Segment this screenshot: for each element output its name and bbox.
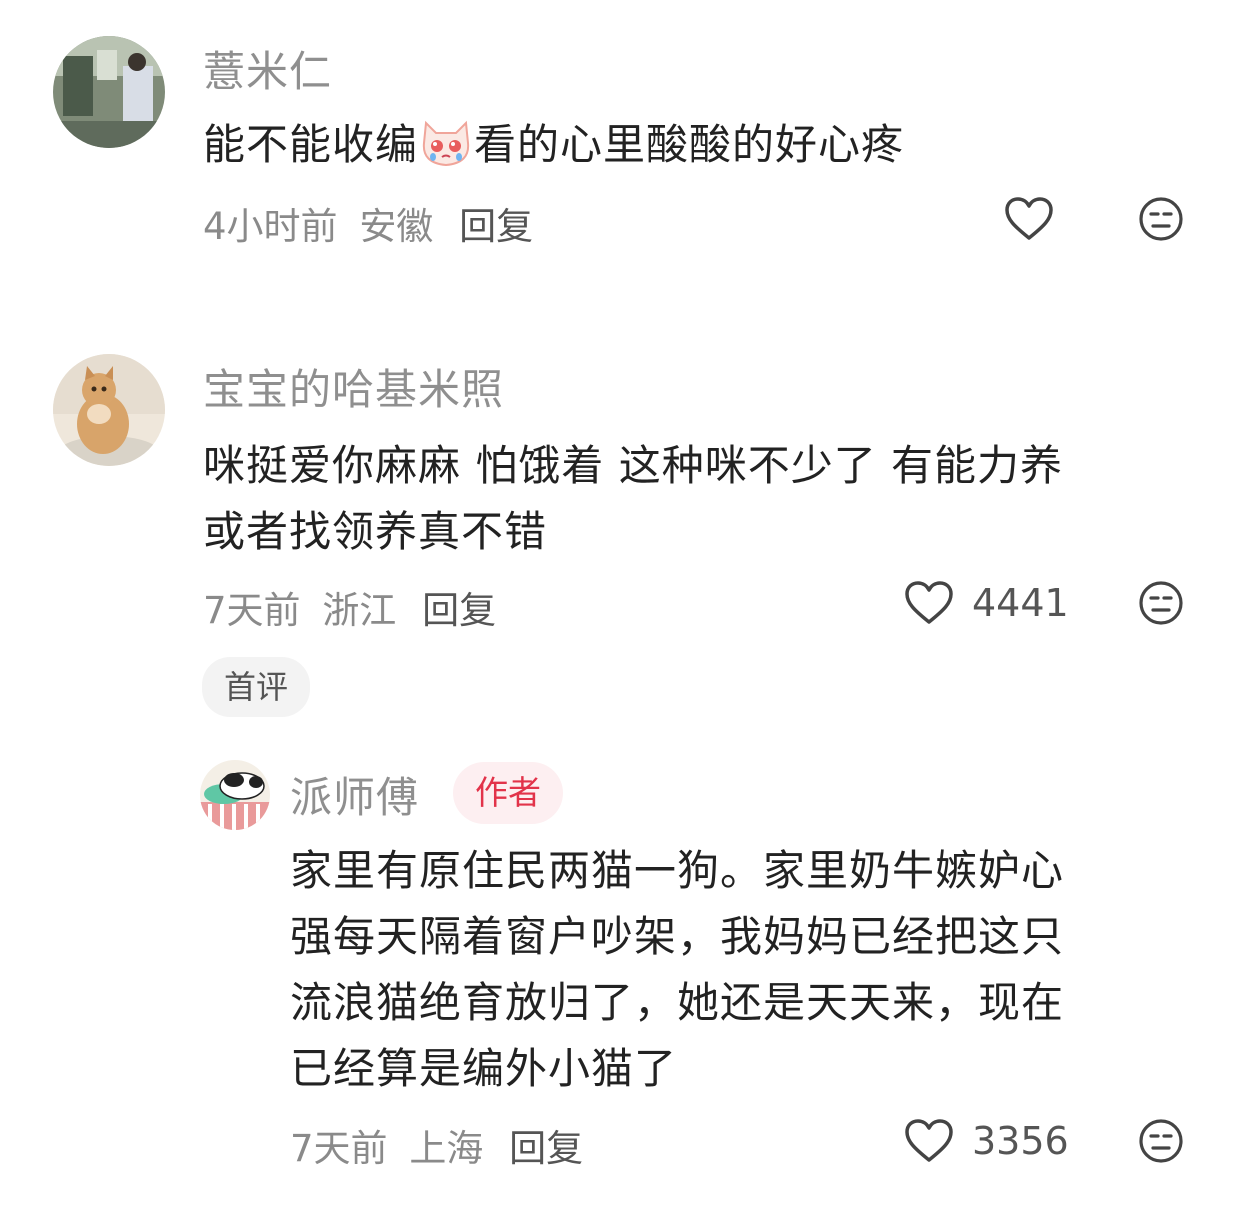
comment-username[interactable]: 薏米仁 (203, 38, 332, 99)
comment-text-line: 咪挺爱你麻麻 怕饿着 这种咪不少了 有能力养 (203, 441, 1064, 490)
reply-text: 家里有原住民两猫一狗。家里奶牛嫉妒心 强每天隔着窗户吵架，我妈妈已经把这只 流浪… (290, 838, 1064, 1102)
reply-text-line: 已经算是编外小猫了 (290, 1044, 678, 1093)
heart-outline-icon (905, 581, 953, 624)
like-button[interactable]: 3356 (904, 1116, 1069, 1166)
heart-outline-icon (1005, 197, 1053, 240)
comment-text-part: 看的心里酸酸的好心疼 (474, 120, 905, 169)
heart-outline-icon (905, 1119, 953, 1162)
avatar[interactable] (53, 36, 165, 148)
author-badge: 作者 (453, 762, 563, 824)
reply-time: 7天前 (290, 1127, 388, 1170)
neutral-face-icon (1139, 1119, 1183, 1163)
crying-cat-emoji-icon (418, 113, 474, 169)
comment-text-line: 或者找领养真不错 (203, 507, 548, 556)
like-button[interactable] (1004, 194, 1054, 244)
like-button[interactable]: 4441 (904, 578, 1069, 628)
like-count: 4441 (972, 581, 1069, 625)
comment-text: 咪挺爱你麻麻 怕饿着 这种咪不少了 有能力养 或者找领养真不错 (203, 433, 1063, 565)
comment-location: 浙江 (322, 589, 397, 632)
comment-time: 7天前 (203, 589, 301, 632)
comment-meta: 4小时前 安徽 回复 (203, 196, 533, 250)
comment-location: 安徽 (359, 205, 434, 248)
avatar[interactable] (53, 354, 165, 466)
reply-text-line: 强每天隔着窗户吵架，我妈妈已经把这只 (290, 912, 1065, 961)
dislike-button[interactable] (1138, 1118, 1184, 1164)
dislike-button[interactable] (1138, 580, 1184, 626)
like-count: 3356 (972, 1119, 1069, 1163)
reply-text-line: 家里有原住民两猫一狗。家里奶牛嫉妒心 (290, 846, 1065, 895)
reply-button[interactable]: 回复 (459, 205, 533, 248)
reply-text-line: 流浪猫绝育放归了，她还是天天来，现在 (290, 978, 1065, 1027)
comment-text: 能不能收编 看的心里酸酸的好心疼 (203, 112, 904, 178)
comment-text-part: 能不能收编 (203, 120, 419, 169)
reply-location: 上海 (409, 1127, 484, 1170)
first-comment-badge: 首评 (202, 657, 311, 717)
dislike-button[interactable] (1138, 196, 1184, 242)
reply-button[interactable]: 回复 (509, 1127, 583, 1170)
reply-username[interactable]: 派师傅 (290, 764, 419, 825)
comment-time: 4小时前 (203, 205, 338, 248)
reply-button[interactable]: 回复 (422, 589, 496, 632)
comment-username[interactable]: 宝宝的哈基米照 (203, 356, 504, 417)
neutral-face-icon (1139, 581, 1183, 625)
reply-meta: 7天前 上海 回复 (290, 1118, 583, 1172)
comment-meta: 7天前 浙江 回复 (203, 580, 496, 634)
avatar[interactable] (200, 760, 270, 830)
neutral-face-icon (1139, 197, 1183, 241)
